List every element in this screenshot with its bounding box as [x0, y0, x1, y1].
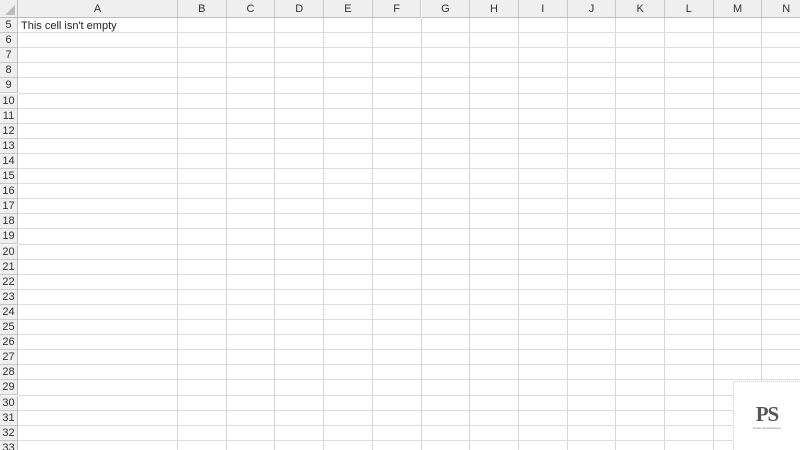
column-gridline [274, 18, 276, 450]
column-gridline [177, 18, 178, 450]
column-headers: ABCDEFGHIJKLMN [18, 0, 800, 18]
row-header-11[interactable]: 11 [0, 108, 18, 124]
row-gridline [18, 92, 800, 94]
row-headers: 5 6 7 8 9 10 11 12 13 14 15 16 17 18 19 20 21 22 23 24 25 26 2… [0, 18, 18, 450]
row-header-17[interactable]: 17 [0, 199, 18, 215]
row-gridline [18, 228, 800, 230]
row-gridline [18, 319, 800, 320]
column-header-b[interactable]: B [178, 0, 227, 18]
column-header-e[interactable]: E [324, 0, 373, 18]
row-header-26[interactable]: 26 [0, 335, 18, 351]
column-header-l[interactable]: L [665, 0, 714, 18]
row-header-19[interactable]: 19 [0, 229, 18, 245]
column-header-j[interactable]: J [567, 0, 617, 18]
column-gridline [323, 18, 325, 450]
column-header-f[interactable]: F [372, 0, 422, 18]
row-header-24[interactable]: 24 [0, 304, 18, 320]
row-gridline [18, 334, 800, 336]
row-header-20[interactable]: 20 [0, 244, 18, 260]
row-gridline [18, 258, 800, 260]
row-header-25[interactable]: 25 [0, 320, 18, 336]
column-gridline [469, 18, 471, 450]
row-gridline [18, 379, 800, 381]
row-gridline [18, 152, 800, 154]
row-gridline [18, 122, 800, 124]
column-gridline [712, 18, 714, 450]
row-header-13[interactable]: 13 [0, 138, 18, 154]
row-gridline [18, 349, 800, 351]
row-header-12[interactable]: 12 [0, 123, 18, 139]
column-header-m[interactable]: M [713, 0, 763, 18]
column-header-g[interactable]: G [421, 0, 471, 18]
column-header-d[interactable]: D [275, 0, 325, 18]
row-gridline [18, 288, 800, 290]
row-header-27[interactable]: 27 [0, 350, 18, 366]
row-gridline [18, 273, 800, 275]
select-all-button[interactable] [0, 0, 18, 18]
spreadsheet-grid[interactable]: ABCDEFGHIJKLMN 5 6 7 8 9 10 11 12 13 14 15 16 17 18 19… [0, 0, 800, 450]
row-gridline [18, 243, 800, 245]
column-gridline [664, 18, 665, 450]
row-gridline [18, 364, 800, 366]
row-header-18[interactable]: 18 [0, 214, 18, 230]
row-gridline [18, 394, 800, 396]
column-header-n[interactable]: N [762, 0, 800, 18]
row-header-7[interactable]: 7 [0, 48, 18, 64]
row-header-29[interactable]: 29 [0, 380, 18, 396]
row-header-28[interactable]: 28 [0, 365, 18, 381]
row-header-23[interactable]: 23 [0, 289, 18, 305]
row-header-22[interactable]: 22 [0, 274, 18, 290]
row-header-8[interactable]: 8 [0, 63, 18, 79]
column-header-i[interactable]: I [518, 0, 568, 18]
column-gridline [225, 18, 227, 450]
row-header-5[interactable]: 5 [0, 18, 18, 34]
cell-a5[interactable]: This cell isn't empty [18, 18, 178, 33]
row-header-6[interactable]: 6 [0, 33, 18, 49]
row-gridline [18, 183, 800, 185]
row-header-9[interactable]: 9 [0, 78, 18, 94]
row-gridline [18, 303, 800, 305]
column-header-k[interactable]: K [616, 0, 665, 18]
row-gridline [18, 107, 800, 109]
row-header-32[interactable]: 32 [0, 425, 18, 441]
row-header-21[interactable]: 21 [0, 259, 18, 275]
row-header-16[interactable]: 16 [0, 184, 18, 200]
row-gridline [18, 409, 800, 411]
row-gridline [18, 213, 800, 215]
column-header-c[interactable]: C [226, 0, 276, 18]
row-gridline [18, 77, 800, 79]
row-header-10[interactable]: 10 [0, 93, 18, 109]
row-gridline [18, 137, 800, 139]
row-header-30[interactable]: 30 [0, 395, 18, 411]
watermark-logo-text: PS [755, 402, 780, 426]
row-gridline [18, 62, 800, 64]
row-gridline [18, 424, 800, 426]
column-gridline [420, 18, 422, 450]
row-header-31[interactable]: 31 [0, 410, 18, 426]
row-header-15[interactable]: 15 [0, 169, 18, 185]
row-header-14[interactable]: 14 [0, 153, 18, 169]
row-gridline [18, 198, 800, 200]
watermark-subtext: Power Spreadsheets [753, 426, 781, 430]
row-gridline [18, 168, 800, 169]
column-gridline [371, 18, 373, 450]
column-gridline [615, 18, 617, 450]
cell-area[interactable]: This cell isn't empty [18, 18, 800, 450]
column-header-a[interactable]: A [18, 0, 178, 18]
column-header-h[interactable]: H [470, 0, 519, 18]
row-gridline [18, 439, 800, 441]
column-gridline [566, 18, 568, 450]
row-header-33[interactable]: 33 [0, 440, 18, 450]
watermark-logo: PS Power Spreadsheets [733, 381, 800, 450]
column-gridline [517, 18, 519, 450]
row-gridline [18, 47, 800, 49]
